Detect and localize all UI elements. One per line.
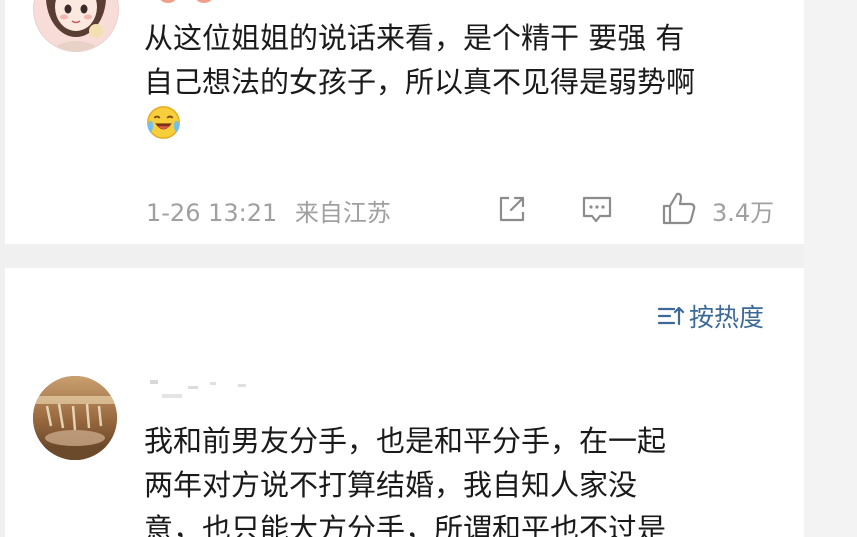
share-icon[interactable] xyxy=(495,192,529,226)
sort-by-hot-button[interactable]: 按热度 xyxy=(657,300,764,332)
comment-line: 两年对方说不打算结婚，我自知人家没 xyxy=(144,468,638,502)
avatar-photo xyxy=(33,376,117,460)
comment-text: 我和前男友分手，也是和平分手，在一起 两年对方说不打算结婚，我自知人家没 意，也… xyxy=(144,419,666,537)
username-blurred xyxy=(150,380,246,398)
comment-text: 从这位姐姐的说话来看，是个精干 要强 有 自己想法的女孩子，所以真不见得是弱势啊 xyxy=(144,16,695,104)
like-count: 3.4万 xyxy=(712,199,775,227)
thumbs-up-icon[interactable] xyxy=(660,190,698,228)
comment-line: 我和前男友分手，也是和平分手，在一起 xyxy=(144,424,667,458)
username-fragment xyxy=(160,0,212,3)
comment-line: 从这位姐姐的说话来看，是个精干 要强 有 xyxy=(144,21,685,55)
comment-icon[interactable] xyxy=(580,192,614,226)
sort-icon xyxy=(657,306,685,326)
timestamp: 1-26 13:21 xyxy=(146,199,278,227)
comment-meta: 1-26 13:21 来自江苏 xyxy=(146,193,391,228)
comment-feed: 从这位姐姐的说话来看，是个精干 要强 有 自己想法的女孩子，所以真不见得是弱势啊… xyxy=(0,0,857,537)
location: 来自江苏 xyxy=(294,199,391,227)
sort-label: 按热度 xyxy=(689,303,765,332)
comment-line: 意，也只能大方分手，所谓和平也不过是 xyxy=(144,512,667,537)
laugh-cry-emoji-icon xyxy=(147,106,180,139)
scroll-gutter xyxy=(804,0,857,537)
avatar[interactable] xyxy=(33,376,117,460)
comment-line: 自己想法的女孩子，所以真不见得是弱势啊 xyxy=(144,65,696,99)
